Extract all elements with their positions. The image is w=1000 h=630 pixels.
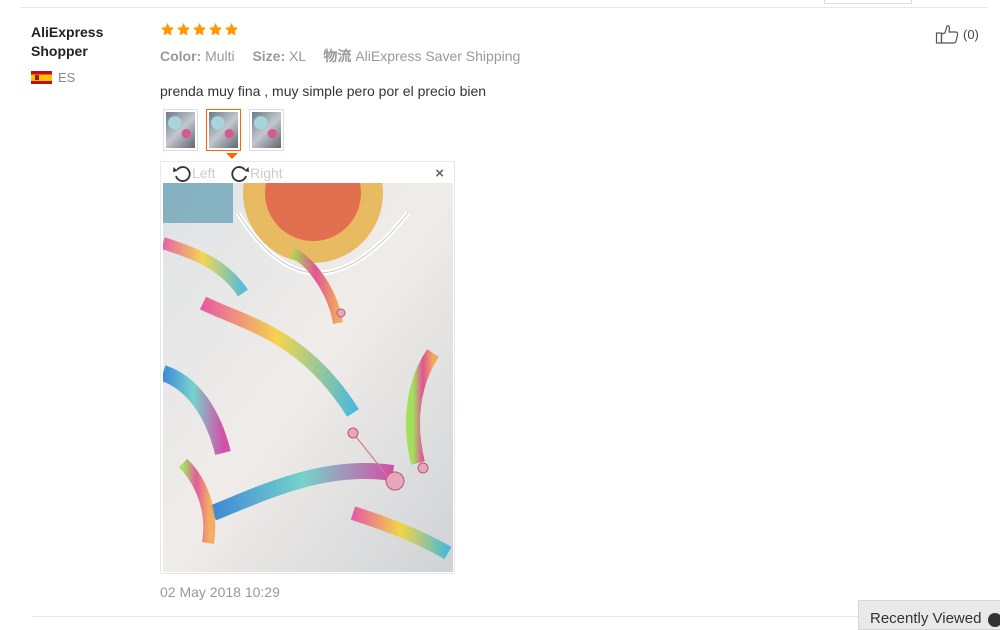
rotate-right-icon [231,166,249,182]
rotate-left-label: Left [192,165,216,181]
photo-viewer-toolbar: Left Right × [161,162,454,182]
size-label: Size: [252,48,286,64]
star-icon [192,22,207,36]
star-rating [160,22,239,37]
photo-thumbnails [163,109,284,151]
photo-thumbnail-selected[interactable] [206,109,241,151]
helpful-button[interactable]: (0) [935,24,979,44]
recently-viewed-tab[interactable]: Recently Viewed [858,600,1000,630]
order-attributes: Color: Multi Size: XL 物流 AliExpress Save… [160,46,520,66]
review-date: 02 May 2018 10:29 [160,584,280,600]
feather-print-shirt-photo [163,183,453,572]
country-code: ES [58,69,76,85]
photo-viewer: Left Right × [160,161,455,574]
photo-thumbnail[interactable] [249,109,284,151]
star-icon [208,22,223,36]
recently-viewed-label: Recently Viewed [870,610,982,627]
top-tab-edge [824,0,912,4]
review-text: prenda muy fina , muy simple pero por el… [160,83,487,99]
review-photo [163,183,453,572]
reviewer-name: AliExpress Shopper [31,24,104,59]
shipping-label: 物流 [323,48,352,64]
reviewer-country: ES [31,69,75,85]
color-label: Color: [160,48,202,64]
shipping-value: AliExpress Saver Shipping [355,48,521,64]
rotate-right-label: Right [250,165,283,181]
bottom-divider [32,616,862,617]
spain-flag-icon [31,70,52,84]
star-icon [160,22,175,36]
photo-thumbnail[interactable] [163,109,198,151]
rotate-right-button[interactable]: Right [230,164,283,182]
star-icon [224,22,239,36]
star-icon [176,22,191,36]
selected-thumbnail-caret-icon [226,153,238,159]
color-value: Multi [205,48,235,64]
top-divider [20,7,988,8]
rotate-left-icon [173,166,191,182]
rotate-left-button[interactable]: Left [172,164,215,182]
close-viewer-button[interactable]: × [435,166,444,181]
recently-viewed-toggle-icon [988,613,1000,627]
size-value: XL [289,48,306,64]
thumbs-up-icon [935,25,959,44]
helpful-count: (0) [963,26,979,42]
